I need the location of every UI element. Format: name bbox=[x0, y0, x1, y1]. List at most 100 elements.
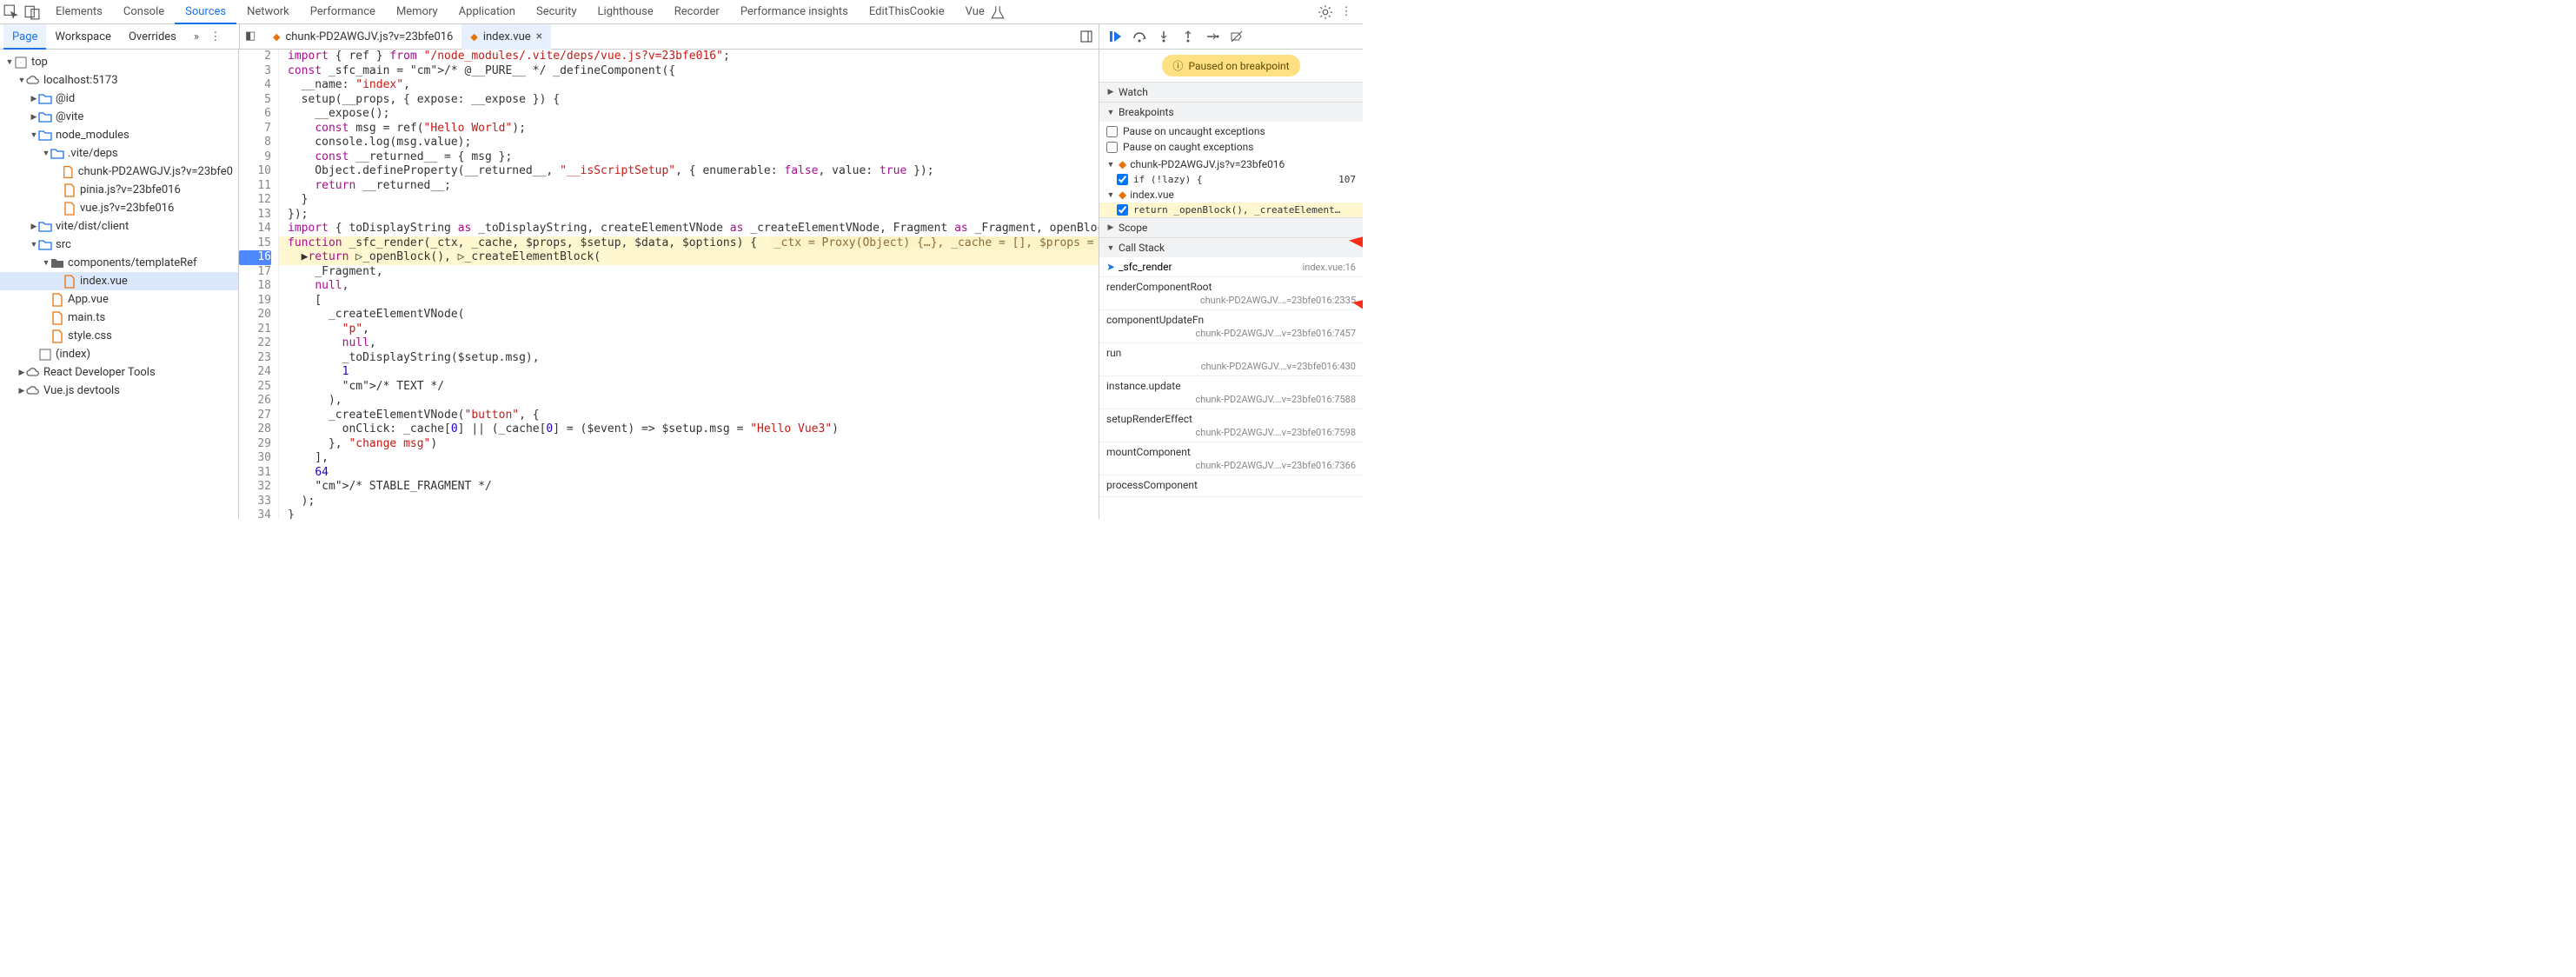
line-number[interactable]: 8 bbox=[239, 136, 271, 150]
code-line[interactable]: "p", bbox=[279, 322, 1099, 337]
code-line[interactable]: ), bbox=[279, 394, 1099, 409]
line-number[interactable]: 15 bbox=[239, 236, 271, 251]
line-number[interactable]: 34 bbox=[239, 508, 271, 519]
line-number[interactable]: 14 bbox=[239, 222, 271, 236]
watch-header[interactable]: ▶Watch bbox=[1099, 83, 1363, 102]
step-icon[interactable] bbox=[1205, 30, 1219, 43]
code-line[interactable]: return __returned__; bbox=[279, 179, 1099, 194]
code-line[interactable]: const msg = ref("Hello World"); bbox=[279, 122, 1099, 136]
line-number[interactable]: 10 bbox=[239, 164, 271, 179]
line-number[interactable]: 9 bbox=[239, 150, 271, 165]
line-number[interactable]: 20 bbox=[239, 308, 271, 322]
bp-entry[interactable]: return _openBlock(), _createElement… bbox=[1099, 203, 1363, 217]
code-lines[interactable]: import { ref } from "/node_modules/.vite… bbox=[279, 50, 1099, 519]
tree-item[interactable]: ▼components/templateRef bbox=[0, 254, 238, 272]
code-line[interactable]: __expose(); bbox=[279, 107, 1099, 122]
file-tab[interactable]: ◆index.vue× bbox=[461, 24, 551, 50]
line-number[interactable]: 6 bbox=[239, 107, 271, 122]
line-number[interactable]: 13 bbox=[239, 208, 271, 223]
checkbox[interactable] bbox=[1106, 142, 1118, 153]
line-number[interactable]: 31 bbox=[239, 466, 271, 481]
code-line[interactable]: ▶return ▷_openBlock(), ▷_createElementBl… bbox=[279, 250, 1099, 265]
devtools-tab-performance-insights[interactable]: Performance insights bbox=[730, 0, 859, 24]
line-number[interactable]: 7 bbox=[239, 122, 271, 136]
tree-item[interactable]: pinia.js?v=23bfe016 bbox=[0, 181, 238, 199]
devtools-tab-elements[interactable]: Elements bbox=[45, 0, 113, 24]
checkbox[interactable] bbox=[1106, 126, 1118, 137]
code-line[interactable]: _createElementVNode( bbox=[279, 308, 1099, 322]
code-line[interactable]: import { toDisplayString as _toDisplaySt… bbox=[279, 222, 1099, 236]
code-line[interactable]: const _sfc_main = "cm">/* @__PURE__ */ _… bbox=[279, 64, 1099, 79]
code-line[interactable]: function _sfc_render(_ctx, _cache, $prop… bbox=[279, 236, 1099, 251]
callstack-header[interactable]: ▼Call Stack bbox=[1099, 238, 1363, 257]
tree-item[interactable]: ▶@id bbox=[0, 90, 238, 108]
code-line[interactable]: }); bbox=[279, 208, 1099, 223]
code-line[interactable]: ); bbox=[279, 495, 1099, 509]
step-over-icon[interactable] bbox=[1132, 30, 1146, 43]
line-number[interactable]: 27 bbox=[239, 409, 271, 423]
gear-icon[interactable] bbox=[1318, 4, 1333, 20]
line-number[interactable]: 17 bbox=[239, 265, 271, 280]
callstack-frame[interactable]: ➤_sfc_renderindex.vue:16 bbox=[1099, 257, 1363, 277]
line-number[interactable]: 30 bbox=[239, 451, 271, 466]
bp-file-group[interactable]: ▼◆index.vue bbox=[1099, 187, 1363, 203]
navigator-tab-workspace[interactable]: Workspace bbox=[46, 24, 120, 50]
code-line[interactable]: 64 bbox=[279, 466, 1099, 481]
line-number[interactable]: 29 bbox=[239, 437, 271, 452]
devtools-tab-network[interactable]: Network bbox=[236, 0, 300, 24]
tree-item[interactable]: vue.js?v=23bfe016 bbox=[0, 199, 238, 217]
step-into-icon[interactable] bbox=[1157, 30, 1171, 43]
code-line[interactable]: const __returned__ = { msg }; bbox=[279, 150, 1099, 165]
checkbox[interactable] bbox=[1117, 174, 1128, 185]
line-number[interactable]: 21 bbox=[239, 322, 271, 337]
step-out-icon[interactable] bbox=[1181, 30, 1195, 43]
line-number[interactable]: 25 bbox=[239, 380, 271, 395]
navigator-tab-overrides[interactable]: Overrides bbox=[120, 24, 185, 50]
code-line[interactable]: null, bbox=[279, 279, 1099, 294]
file-tree[interactable]: ▼top▼localhost:5173▶@id▶@vite▼node_modul… bbox=[0, 50, 239, 519]
bp-option[interactable]: Pause on uncaught exceptions bbox=[1099, 123, 1363, 139]
line-number[interactable]: 33 bbox=[239, 495, 271, 509]
callstack-frame[interactable]: setupRenderEffectchunk-PD2AWGJV.…v=23bfe… bbox=[1099, 409, 1363, 442]
checkbox[interactable] bbox=[1117, 204, 1128, 216]
callstack-frame[interactable]: mountComponentchunk-PD2AWGJV.…v=23bfe016… bbox=[1099, 442, 1363, 475]
code-line[interactable]: _createElementVNode("button", { bbox=[279, 409, 1099, 423]
line-number[interactable]: 22 bbox=[239, 336, 271, 351]
callstack-frame[interactable]: instance.updatechunk-PD2AWGJV.…v=23bfe01… bbox=[1099, 376, 1363, 409]
gutter[interactable]: 2345678910111213141516171819202122232425… bbox=[239, 50, 279, 519]
tree-item[interactable]: ▶React Developer Tools bbox=[0, 363, 238, 382]
code-line[interactable]: setup(__props, { expose: __expose }) { bbox=[279, 93, 1099, 108]
code-line[interactable]: Object.defineProperty(__returned__, "__i… bbox=[279, 164, 1099, 179]
code-line[interactable]: "cm">/* TEXT */ bbox=[279, 380, 1099, 395]
line-number[interactable]: 16 bbox=[239, 250, 271, 265]
bp-option[interactable]: Pause on caught exceptions bbox=[1099, 139, 1363, 155]
devtools-tab-lighthouse[interactable]: Lighthouse bbox=[588, 0, 664, 24]
code-line[interactable]: 1 bbox=[279, 365, 1099, 380]
line-number[interactable]: 26 bbox=[239, 394, 271, 409]
callstack-frame[interactable]: processComponent bbox=[1099, 475, 1363, 497]
inspect-icon[interactable] bbox=[3, 4, 19, 20]
resume-icon[interactable] bbox=[1108, 30, 1122, 43]
code-line[interactable]: [ bbox=[279, 294, 1099, 309]
code-line[interactable]: console.log(msg.value); bbox=[279, 136, 1099, 150]
code-line[interactable]: __name: "index", bbox=[279, 78, 1099, 93]
callstack-frame[interactable]: renderComponentRootchunk-PD2AWGJV.…=23bf… bbox=[1099, 277, 1363, 310]
code-line[interactable]: }, "change msg") bbox=[279, 437, 1099, 452]
code-line[interactable]: ], bbox=[279, 451, 1099, 466]
line-number[interactable]: 28 bbox=[239, 422, 271, 437]
line-number[interactable]: 19 bbox=[239, 294, 271, 309]
file-tab[interactable]: ◆chunk-PD2AWGJV.js?v=23bfe016 bbox=[264, 24, 461, 50]
scope-header[interactable]: ▶Scope bbox=[1099, 218, 1363, 237]
devtools-tab-performance[interactable]: Performance bbox=[300, 0, 386, 24]
navigator-tab-page[interactable]: Page bbox=[3, 24, 46, 50]
devtools-tab-console[interactable]: Console bbox=[113, 0, 175, 24]
code-line[interactable]: onClick: _cache[0] || (_cache[0] = ($eve… bbox=[279, 422, 1099, 437]
line-number[interactable]: 5 bbox=[239, 93, 271, 108]
code-line[interactable]: _Fragment, bbox=[279, 265, 1099, 280]
tree-item[interactable]: (index) bbox=[0, 345, 238, 363]
kebab-icon[interactable]: ⋮ bbox=[1338, 4, 1354, 20]
tree-item[interactable]: ▼node_modules bbox=[0, 126, 238, 144]
line-number[interactable]: 2 bbox=[239, 50, 271, 64]
reader-icon[interactable] bbox=[1079, 30, 1093, 43]
tree-item[interactable]: ▼.vite/deps bbox=[0, 144, 238, 163]
